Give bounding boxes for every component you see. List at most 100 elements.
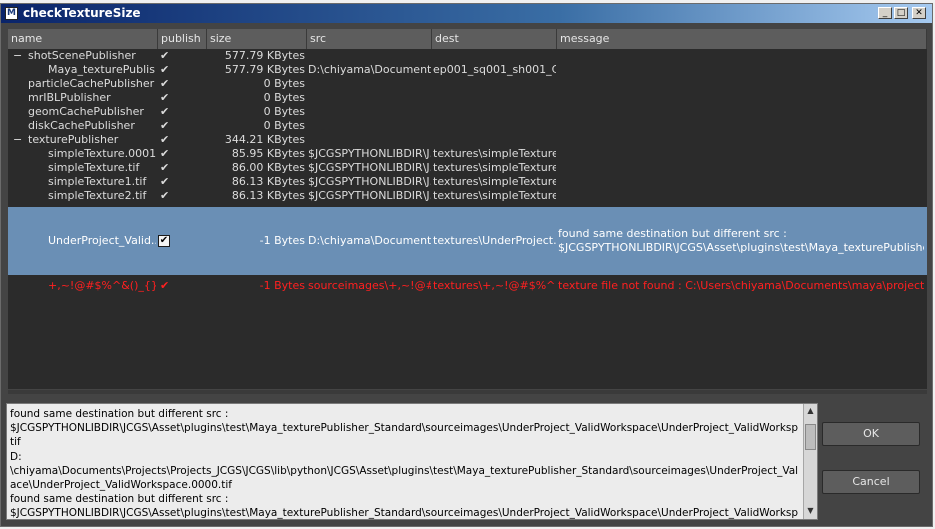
table-row[interactable]: − texturePublisher ✔ 344.21 KBytes bbox=[8, 133, 927, 147]
table-row[interactable]: +,~!@#$%^&()_{}... ✔ -1 Bytessourceimages\… bbox=[8, 279, 927, 293]
row-size: 577.79 KBytes bbox=[224, 63, 305, 76]
row-name: simpleTexture2.tif bbox=[48, 189, 147, 202]
scroll-thumb[interactable] bbox=[805, 424, 816, 450]
row-size: 0 Bytes bbox=[263, 105, 305, 118]
row-dest bbox=[433, 49, 556, 63]
column-header-publish[interactable]: publish bbox=[158, 29, 207, 49]
title-bar[interactable]: M checkTextureSize _ □ ✕ bbox=[1, 4, 932, 23]
publish-check-icon[interactable]: ✔ bbox=[160, 161, 180, 175]
cancel-button[interactable]: Cancel bbox=[822, 470, 920, 494]
row-message bbox=[558, 105, 924, 119]
row-dest: textures\simpleTexture... bbox=[433, 161, 556, 174]
log-line: ace\UnderProject_ValidWorkspace.0000.tif bbox=[10, 479, 232, 492]
minimize-button[interactable]: _ bbox=[878, 7, 892, 19]
publish-check-icon[interactable]: ✔ bbox=[160, 189, 180, 203]
row-size: -1 Bytes bbox=[259, 279, 305, 292]
publish-check-icon[interactable]: ✔ bbox=[160, 49, 180, 63]
log-textarea[interactable]: found same destination but different src… bbox=[6, 403, 818, 520]
row-size: 86.13 KBytes bbox=[231, 189, 305, 202]
ok-button[interactable]: OK bbox=[822, 422, 920, 446]
log-line: D: bbox=[10, 450, 22, 463]
row-message bbox=[558, 119, 924, 133]
app-icon: M bbox=[5, 7, 18, 20]
log-line: $JCGSPYTHONLIBDIR\JCGS\Asset\plugins\tes… bbox=[10, 422, 798, 435]
maximize-button[interactable]: □ bbox=[894, 7, 908, 19]
scroll-up-arrow-icon[interactable]: ▲ bbox=[805, 405, 816, 417]
window-title: checkTextureSize bbox=[23, 6, 141, 20]
scroll-down-arrow-icon[interactable]: ▼ bbox=[805, 505, 816, 517]
table-row[interactable]: Maya_texturePublis... ✔ 577.79 KBytes D:\ch… bbox=[8, 63, 927, 77]
table-row[interactable]: geomCachePublisher ✔ 0 Bytes bbox=[8, 105, 927, 119]
row-size: 0 Bytes bbox=[263, 77, 305, 90]
row-message bbox=[558, 63, 924, 77]
table-row[interactable]: particleCachePublisher ✔ 0 Bytes bbox=[8, 77, 927, 91]
publish-check-icon[interactable]: ✔ bbox=[160, 77, 180, 91]
row-name: Maya_texturePublis... bbox=[48, 63, 156, 76]
row-dest: ep001_sq001_sh001_C... bbox=[433, 63, 556, 76]
row-name: simpleTexture.tif bbox=[48, 161, 140, 174]
row-message bbox=[558, 189, 924, 203]
row-src: D:\chiyama\Documents... bbox=[308, 63, 431, 76]
pane-splitter[interactable] bbox=[8, 390, 927, 394]
tree-expander-icon[interactable]: − bbox=[13, 49, 25, 63]
row-dest: textures\UnderProject... bbox=[433, 234, 556, 247]
column-header-name[interactable]: name bbox=[8, 29, 158, 49]
row-size: 0 Bytes bbox=[263, 119, 305, 132]
publish-check-icon[interactable]: ✔ bbox=[160, 133, 180, 147]
row-name: simpleTexture.0001.tif bbox=[48, 147, 156, 160]
row-dest: textures\simpleTexture... bbox=[433, 147, 556, 160]
log-scrollbar[interactable]: ▲ ▼ bbox=[803, 404, 817, 519]
publish-checkbox[interactable]: ✔ bbox=[158, 235, 170, 247]
row-src: D:\chiyama\Documents... bbox=[308, 234, 431, 247]
row-size: 86.13 KBytes bbox=[231, 175, 305, 188]
row-dest: textures\+,~!@#$%^... bbox=[433, 279, 556, 292]
row-name: particleCachePublisher bbox=[28, 77, 155, 90]
row-src: $JCGSPYTHONLIBDIR\J... bbox=[308, 189, 431, 202]
table-row[interactable]: − shotScenePublisher ✔ 577.79 KBytes bbox=[8, 49, 927, 63]
log-text: found same destination but different src… bbox=[10, 407, 798, 519]
close-button[interactable]: ✕ bbox=[912, 7, 926, 19]
publish-check-icon[interactable]: ✔ bbox=[160, 279, 180, 293]
column-header-size[interactable]: size bbox=[207, 29, 307, 49]
row-name: texturePublisher bbox=[28, 133, 119, 146]
publish-check-icon[interactable]: ✔ bbox=[160, 119, 180, 133]
publish-check-icon[interactable]: ✔ bbox=[160, 105, 180, 119]
row-message bbox=[558, 49, 924, 63]
table-row[interactable]: UnderProject_Valid... ✔ -1 Bytes D:\chiyama… bbox=[8, 207, 927, 275]
row-message bbox=[558, 91, 924, 105]
table-row[interactable]: simpleTexture2.tif ✔ 86.13 KBytes $JCGSPYTH… bbox=[8, 189, 927, 203]
row-size: 0 Bytes bbox=[263, 91, 305, 104]
table-row[interactable]: mrIBLPublisher ✔ 0 Bytes bbox=[8, 91, 927, 105]
tree-expander-icon[interactable]: − bbox=[13, 133, 25, 147]
row-dest bbox=[433, 91, 556, 105]
column-header-message[interactable]: message bbox=[557, 29, 927, 49]
table-row[interactable]: diskCachePublisher ✔ 0 Bytes bbox=[8, 119, 927, 133]
table-row[interactable]: simpleTexture1.tif ✔ 86.13 KBytes $JCGSPYTH… bbox=[8, 175, 927, 189]
row-src: sourceimages\+,~!@#... bbox=[308, 279, 431, 292]
row-dest bbox=[433, 77, 556, 91]
row-size: 577.79 KBytes bbox=[224, 49, 305, 62]
row-name: UnderProject_Valid... bbox=[48, 234, 156, 247]
table-row[interactable]: simpleTexture.0001.tif ✔ 85.95 KBytes$JCGS… bbox=[8, 147, 927, 161]
row-dest: textures\simpleTexture... bbox=[433, 175, 556, 188]
row-src bbox=[308, 119, 431, 133]
publish-tree-table[interactable]: name publish size src dest message − shot… bbox=[8, 29, 927, 389]
row-src bbox=[308, 133, 431, 147]
publish-check-icon[interactable]: ✔ bbox=[160, 147, 180, 161]
row-src: $JCGSPYTHONLIBDIR\J... bbox=[308, 161, 431, 174]
row-name: simpleTexture1.tif bbox=[48, 175, 147, 188]
row-name: geomCachePublisher bbox=[28, 105, 144, 118]
row-message: texture file not found : C:\Users\chiyam… bbox=[558, 279, 924, 292]
row-src bbox=[308, 77, 431, 91]
table-header: name publish size src dest message bbox=[8, 29, 927, 49]
publish-check-icon[interactable]: ✔ bbox=[160, 175, 180, 189]
row-name: shotScenePublisher bbox=[28, 49, 136, 62]
column-header-dest[interactable]: dest bbox=[432, 29, 557, 49]
column-header-src[interactable]: src bbox=[307, 29, 432, 49]
table-row[interactable]: simpleTexture.tif ✔ 86.00 KBytes $JCGSPYTHO… bbox=[8, 161, 927, 175]
row-name: mrIBLPublisher bbox=[28, 91, 111, 104]
publish-check-icon[interactable]: ✔ bbox=[160, 63, 180, 77]
publish-check-icon[interactable]: ✔ bbox=[160, 91, 180, 105]
row-message-line2: $JCGSPYTHONLIBDIR\JCGS\Asset\plugins\tes… bbox=[558, 241, 924, 254]
row-size: 85.95 KBytes bbox=[231, 147, 305, 160]
